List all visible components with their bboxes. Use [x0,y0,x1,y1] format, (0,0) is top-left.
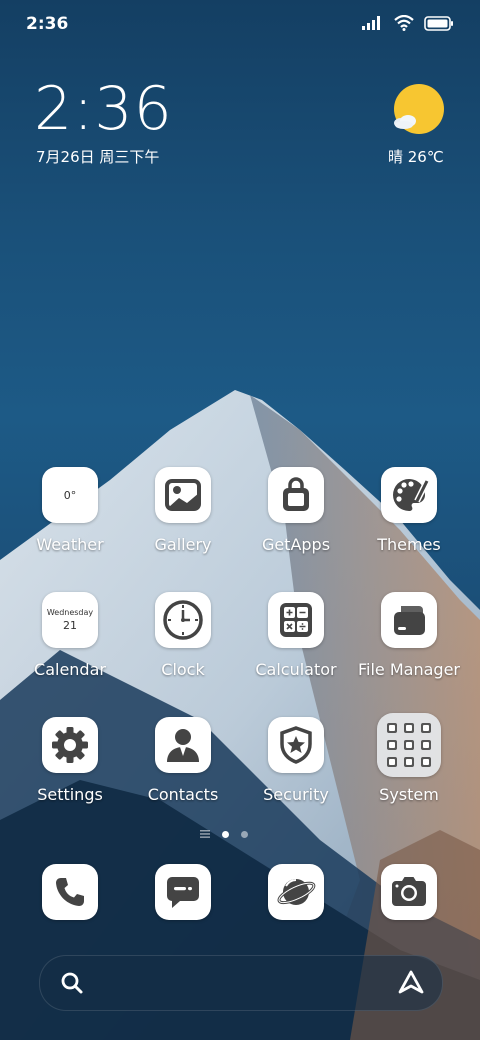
camera-icon [381,864,437,920]
weather-icon-temp: 0° [63,488,77,502]
calendar-icon-date: 21 [63,619,77,632]
clock-widget-time[interactable]: 2:36 [34,76,173,142]
weather-widget-text: 晴 26℃ [388,148,444,166]
status-bar: 2:36 [0,0,480,50]
calculator-icon [268,592,324,648]
browser-icon [268,864,324,920]
shield-icon [268,717,324,773]
battery-icon [424,15,453,31]
calendar-icon-day: Wednesday [46,608,94,617]
app-label: Calendar [34,660,106,679]
messages-icon [155,864,211,920]
gear-icon [42,717,98,773]
app-weather[interactable]: 0° Weather [14,467,126,554]
app-settings[interactable]: Settings [14,717,126,804]
search-icon[interactable] [60,971,84,995]
app-label: Settings [37,785,103,804]
app-label: Weather [36,535,104,554]
app-themes[interactable]: Themes [353,467,465,554]
status-time: 2:36 [26,14,69,34]
folder-grid-icon [377,713,441,777]
page-dot-active[interactable] [222,830,229,838]
app-label: Contacts [147,785,219,804]
app-contacts[interactable]: Contacts [127,717,239,804]
clock-widget-date: 7月26日 周三下午 [36,148,160,166]
app-label: GetApps [261,535,331,554]
search-bar[interactable] [39,955,443,1011]
app-security[interactable]: Security [240,717,352,804]
app-label: Calculator [255,660,337,679]
app-getapps[interactable]: GetApps [240,467,352,554]
gallery-icon [155,467,211,523]
app-label: System [379,785,439,804]
app-label: File Manager [358,660,460,679]
wifi-icon [394,15,414,31]
shopping-bag-icon [268,467,324,523]
page-indicator[interactable] [200,830,248,838]
app-folder-system[interactable]: System [353,713,465,804]
dock-browser[interactable] [240,864,352,920]
app-file-manager[interactable]: File Manager [353,592,465,679]
app-calendar[interactable]: Wednesday 21 Calendar [14,592,126,679]
app-label: Security [263,785,329,804]
calendar-icon: Wednesday 21 [42,592,98,648]
app-label: Clock [161,660,205,679]
dock-phone[interactable] [14,864,126,920]
palette-icon [381,467,437,523]
sunny-weather-icon[interactable] [392,84,446,138]
signal-icon [362,16,380,30]
phone-icon [42,864,98,920]
dock-messages[interactable] [127,864,239,920]
app-label: Gallery [154,535,212,554]
person-icon [155,717,211,773]
clock-icon [155,592,211,648]
weather-icon: 0° [42,467,98,523]
assistant-icon[interactable] [396,968,426,998]
page-dot[interactable] [241,830,248,838]
app-clock[interactable]: Clock [127,592,239,679]
app-label: Themes [377,535,441,554]
app-gallery[interactable]: Gallery [127,467,239,554]
list-pages-icon[interactable] [200,830,210,838]
folder-icon [381,592,437,648]
app-calculator[interactable]: Calculator [240,592,352,679]
dock-camera[interactable] [353,864,465,920]
